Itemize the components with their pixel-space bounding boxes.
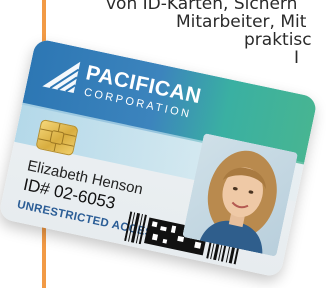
smart-chip-icon xyxy=(35,118,79,157)
background-text-line: Mitarbeiter, Mit xyxy=(176,12,307,32)
background-text-line: praktisc xyxy=(244,30,312,50)
background-text-line: I xyxy=(294,48,300,68)
card-holder-photo xyxy=(182,133,299,257)
pacifican-logo-icon xyxy=(40,53,83,96)
